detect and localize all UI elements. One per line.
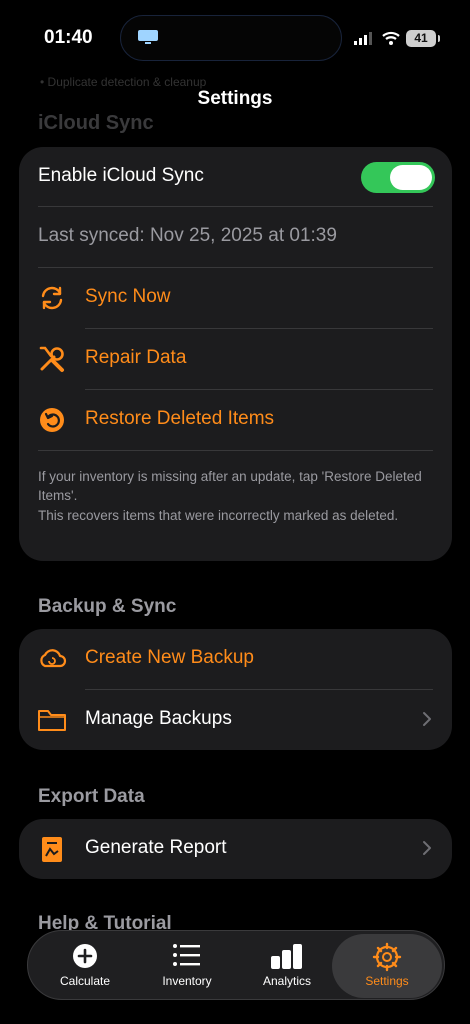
list-icon: [173, 944, 200, 966]
tab-label: Settings: [365, 974, 409, 988]
restore-arrow-icon: [40, 408, 64, 432]
restore-deleted-label: Restore Deleted Items: [85, 408, 275, 429]
cellular-signal-icon: [354, 32, 372, 45]
sync-now-label: Sync Now: [85, 286, 171, 307]
bar-chart-icon: [271, 944, 302, 969]
page-title: Settings: [197, 88, 273, 109]
sync-now-button[interactable]: Sync Now: [19, 268, 452, 328]
repair-data-button[interactable]: Repair Data: [19, 329, 452, 389]
manage-backups-row[interactable]: Manage Backups: [19, 690, 452, 750]
ghost-section-heading: iCloud Sync: [38, 112, 154, 134]
backup-card: Create New Backup Manage Backups: [19, 629, 452, 750]
wrench-screwdriver-icon: [39, 346, 64, 372]
tab-bar: Calculate Inventory Analytics Settings: [27, 930, 445, 1000]
generate-report-label: Generate Report: [85, 837, 227, 858]
status-time: 01:40: [44, 27, 93, 48]
plus-circle-icon: [73, 944, 97, 968]
tab-calculate[interactable]: Calculate: [34, 931, 136, 1001]
manage-backups-label: Manage Backups: [85, 708, 232, 729]
tab-inventory[interactable]: Inventory: [136, 931, 238, 1001]
tab-label: Inventory: [162, 974, 212, 988]
generate-report-row[interactable]: Generate Report: [19, 819, 452, 879]
wifi-icon: [382, 31, 400, 45]
status-bar: 01:40 41: [0, 0, 470, 78]
backup-section-heading: Backup & Sync: [38, 596, 177, 617]
last-synced-text: Last synced: Nov 25, 2025 at 01:39: [38, 225, 337, 246]
tab-analytics[interactable]: Analytics: [236, 931, 338, 1001]
tab-label: Calculate: [59, 974, 111, 988]
gear-icon: [372, 942, 402, 972]
create-backup-button[interactable]: Create New Backup: [19, 629, 452, 689]
battery-indicator: 41: [406, 30, 440, 47]
enable-icloud-label: Enable iCloud Sync: [38, 165, 204, 186]
icloud-sync-toggle[interactable]: [361, 162, 435, 193]
dynamic-island: [120, 15, 342, 61]
icloud-sync-card: Enable iCloud Sync Last synced: Nov 25, …: [19, 147, 452, 561]
scrolled-content-text: • Duplicate detection & cleanup: [40, 75, 207, 89]
export-section-heading: Export Data: [38, 786, 145, 807]
cloud-icon: [40, 649, 67, 668]
tab-label: Analytics: [262, 974, 312, 988]
export-card: Generate Report: [19, 819, 452, 879]
tv-icon: [138, 30, 158, 44]
divider: [38, 450, 433, 451]
tab-settings[interactable]: Settings: [332, 934, 442, 998]
create-backup-label: Create New Backup: [85, 647, 254, 668]
restore-note-detail: This recovers items that were incorrectl…: [38, 508, 399, 523]
last-synced-row: Last synced: Nov 25, 2025 at 01:39: [19, 207, 452, 267]
repair-data-label: Repair Data: [85, 347, 187, 368]
restore-note: If your inventory is missing after an up…: [38, 469, 422, 503]
report-document-icon: [42, 837, 62, 862]
chevron-right-icon: [423, 712, 431, 726]
chevron-right-icon: [423, 841, 431, 855]
folder-icon: [38, 710, 66, 731]
restore-deleted-button[interactable]: Restore Deleted Items: [19, 390, 452, 450]
sync-arrows-icon: [41, 286, 63, 310]
enable-icloud-row: Enable iCloud Sync: [19, 147, 452, 207]
